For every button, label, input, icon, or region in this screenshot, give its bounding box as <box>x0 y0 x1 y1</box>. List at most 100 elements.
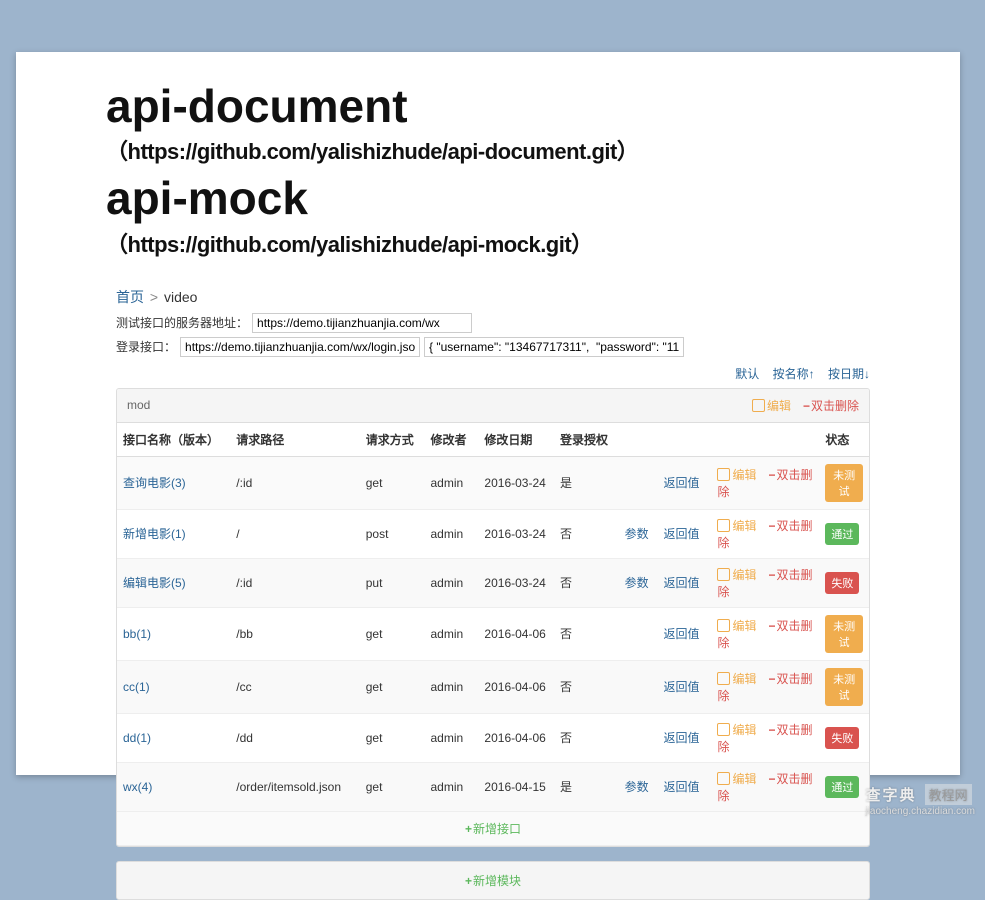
cell-date: 2016-03-24 <box>478 509 554 558</box>
headline-1: api-document <box>106 82 900 130</box>
cell-method: post <box>360 509 425 558</box>
return-link[interactable]: 返回值 <box>664 476 700 490</box>
cell-editor: admin <box>424 558 478 607</box>
api-table: 接口名称（版本） 请求路径 请求方式 修改者 修改日期 登录授权 状态 查询电影… <box>117 423 869 846</box>
th-method: 请求方式 <box>360 423 425 457</box>
return-link[interactable]: 返回值 <box>664 680 700 694</box>
th-name: 接口名称（版本） <box>117 423 230 457</box>
table-row: bb(1)/bbgetadmin2016-04-06否返回值编辑双击删除未测试 <box>117 607 869 660</box>
cell-method: get <box>360 762 425 811</box>
add-api-row: 新增接口 <box>117 811 869 845</box>
sort-by-name[interactable]: 按名称↑ <box>773 367 815 381</box>
cell-method: get <box>360 456 425 509</box>
api-name-link[interactable]: wx(4) <box>123 780 152 794</box>
sort-default[interactable]: 默认 <box>735 367 759 381</box>
breadcrumb-home[interactable]: 首页 <box>116 289 144 305</box>
login-body-input[interactable] <box>424 337 684 357</box>
api-name-link[interactable]: 查询电影(3) <box>123 476 186 490</box>
param-link[interactable]: 参数 <box>625 527 649 541</box>
login-label: 登录接口： <box>116 338 176 355</box>
server-input[interactable] <box>252 313 472 333</box>
cell-path: /bb <box>230 607 359 660</box>
login-url-input[interactable] <box>180 337 420 357</box>
status-badge: 通过 <box>825 523 859 545</box>
param-link[interactable]: 参数 <box>625 780 649 794</box>
row-edit-link[interactable]: 编辑 <box>717 568 756 582</box>
th-status: 状态 <box>819 423 869 457</box>
cell-editor: admin <box>424 713 478 762</box>
status-badge: 失败 <box>825 727 859 749</box>
module-panel: mod 编辑 双击删除 接口名称（版本） 请求路径 请求方式 修改者 修改日期 … <box>116 388 870 847</box>
cell-editor: admin <box>424 660 478 713</box>
breadcrumb-current: video <box>164 289 197 305</box>
module-edit-link[interactable]: 编辑 <box>752 397 791 414</box>
row-edit-link[interactable]: 编辑 <box>717 619 756 633</box>
cell-auth: 否 <box>554 558 619 607</box>
cell-auth: 否 <box>554 607 619 660</box>
breadcrumb: 首页 > video <box>116 287 870 307</box>
return-link[interactable]: 返回值 <box>664 780 700 794</box>
add-module-bar: 新增模块 <box>116 861 870 900</box>
cell-method: get <box>360 713 425 762</box>
table-row: 新增电影(1)/postadmin2016-03-24否参数返回值编辑双击删除通… <box>117 509 869 558</box>
status-badge: 未测试 <box>825 668 863 706</box>
status-badge: 通过 <box>825 776 859 798</box>
api-name-link[interactable]: 编辑电影(5) <box>123 576 186 590</box>
cell-date: 2016-03-24 <box>478 558 554 607</box>
api-name-link[interactable]: bb(1) <box>123 627 151 641</box>
cell-editor: admin <box>424 607 478 660</box>
cell-path: /:id <box>230 558 359 607</box>
cell-auth: 是 <box>554 762 619 811</box>
server-label: 测试接口的服务器地址： <box>116 314 248 331</box>
row-edit-link[interactable]: 编辑 <box>717 672 756 686</box>
panel-head: mod 编辑 双击删除 <box>117 389 869 423</box>
cell-auth: 否 <box>554 660 619 713</box>
cell-editor: admin <box>424 509 478 558</box>
return-link[interactable]: 返回值 <box>664 627 700 641</box>
row-edit-link[interactable]: 编辑 <box>717 519 756 533</box>
status-badge: 未测试 <box>825 464 863 502</box>
cell-auth: 是 <box>554 456 619 509</box>
table-row: 查询电影(3)/:idgetadmin2016-03-24是返回值编辑双击删除未… <box>117 456 869 509</box>
login-line: 登录接口： <box>116 337 870 357</box>
api-name-link[interactable]: cc(1) <box>123 680 150 694</box>
add-module-link[interactable]: 新增模块 <box>465 874 521 888</box>
return-link[interactable]: 返回值 <box>664 527 700 541</box>
status-badge: 失败 <box>825 572 859 594</box>
row-edit-link[interactable]: 编辑 <box>717 723 756 737</box>
return-link[interactable]: 返回值 <box>664 576 700 590</box>
api-name-link[interactable]: 新增电影(1) <box>123 527 186 541</box>
row-edit-link[interactable]: 编辑 <box>717 772 756 786</box>
api-name-link[interactable]: dd(1) <box>123 731 151 745</box>
th-param <box>619 423 658 457</box>
cell-method: get <box>360 607 425 660</box>
server-line: 测试接口的服务器地址： <box>116 313 870 333</box>
cell-date: 2016-04-06 <box>478 607 554 660</box>
headline-1-url: （https://github.com/yalishizhude/api-doc… <box>106 134 900 166</box>
cell-method: put <box>360 558 425 607</box>
add-api-link[interactable]: 新增接口 <box>465 822 521 836</box>
watermark-brand: 查字典 <box>865 787 916 804</box>
cell-date: 2016-03-24 <box>478 456 554 509</box>
cell-auth: 否 <box>554 713 619 762</box>
table-row: cc(1)/ccgetadmin2016-04-06否返回值编辑双击删除未测试 <box>117 660 869 713</box>
table-row: dd(1)/ddgetadmin2016-04-06否返回值编辑双击删除失败 <box>117 713 869 762</box>
cell-date: 2016-04-06 <box>478 660 554 713</box>
th-editor: 修改者 <box>424 423 478 457</box>
cell-path: / <box>230 509 359 558</box>
cell-auth: 否 <box>554 509 619 558</box>
cell-path: /dd <box>230 713 359 762</box>
return-link[interactable]: 返回值 <box>664 731 700 745</box>
cell-path: /cc <box>230 660 359 713</box>
th-date: 修改日期 <box>478 423 554 457</box>
th-act <box>711 423 819 457</box>
sort-by-date[interactable]: 按日期↓ <box>828 367 870 381</box>
cell-editor: admin <box>424 762 478 811</box>
row-edit-link[interactable]: 编辑 <box>717 468 756 482</box>
th-path: 请求路径 <box>230 423 359 457</box>
param-link[interactable]: 参数 <box>625 576 649 590</box>
cell-editor: admin <box>424 456 478 509</box>
cell-date: 2016-04-15 <box>478 762 554 811</box>
module-delete-link[interactable]: 双击删除 <box>803 397 859 414</box>
headline-2: api-mock <box>106 174 900 222</box>
